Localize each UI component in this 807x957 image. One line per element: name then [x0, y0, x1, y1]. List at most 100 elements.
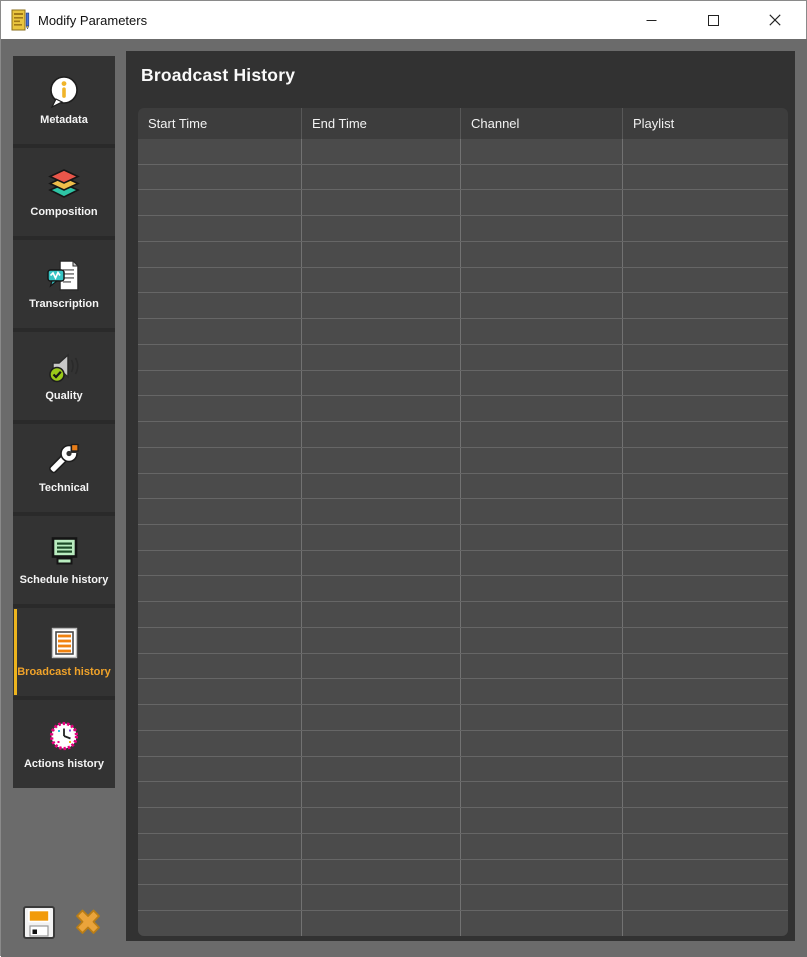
table-cell — [138, 422, 301, 447]
table-cell — [622, 499, 788, 525]
table-cell — [138, 139, 301, 164]
table-row — [138, 216, 788, 242]
table-cell — [622, 293, 788, 319]
sidebar-item-label: Quality — [45, 389, 83, 402]
table-cell — [138, 293, 301, 318]
wrench-icon — [49, 443, 80, 473]
sidebar-item-metadata[interactable]: Metadata — [13, 56, 115, 144]
window-title: Modify Parameters — [38, 12, 148, 28]
sidebar-item-actions-history[interactable]: Actions history — [13, 700, 115, 788]
table-cell — [301, 808, 460, 833]
table-cell — [138, 190, 301, 215]
client-area: Metadata Composition Transcription Quali… — [1, 39, 807, 957]
table-cell — [622, 833, 788, 859]
table-header-row: Start Time End Time Channel Playlist — [138, 108, 788, 139]
table-row — [138, 473, 788, 500]
save-button[interactable] — [21, 903, 57, 941]
table-cell — [301, 447, 460, 473]
table-cell — [460, 885, 622, 911]
table-row — [138, 344, 788, 371]
table-cell — [460, 833, 622, 859]
table-cell — [301, 576, 460, 602]
table-cell — [138, 782, 301, 807]
table-row — [138, 139, 788, 165]
sidebar-item-schedule-history[interactable]: Schedule history — [13, 516, 115, 604]
table-row — [138, 576, 788, 603]
page-title: Broadcast History — [141, 65, 296, 85]
table-cell — [301, 885, 460, 911]
sidebar-item-technical[interactable]: Technical — [13, 424, 115, 512]
table-cell — [301, 627, 460, 653]
table-row — [138, 164, 788, 191]
sidebar-item-label: Metadata — [40, 113, 88, 126]
table-cell — [460, 808, 622, 833]
table-cell — [622, 653, 788, 679]
table-cell — [138, 371, 301, 396]
column-header-playlist[interactable]: Playlist — [622, 108, 788, 139]
sidebar-item-quality[interactable]: Quality — [13, 332, 115, 420]
table-cell — [301, 653, 460, 679]
column-header-channel[interactable]: Channel — [460, 108, 622, 139]
close-button[interactable] — [744, 1, 806, 39]
table-cell — [301, 139, 460, 164]
column-header-end-time[interactable]: End Time — [301, 108, 460, 139]
table-cell — [622, 782, 788, 808]
table-cell — [622, 344, 788, 370]
table-cell — [138, 834, 301, 859]
table-cell — [460, 782, 622, 808]
document-note-icon — [11, 9, 30, 31]
table-cell — [138, 525, 301, 550]
maximize-icon — [707, 14, 719, 26]
table-cell — [622, 190, 788, 216]
table-cell — [138, 499, 301, 524]
titlebar[interactable]: Modify Parameters — [1, 1, 806, 39]
table-row — [138, 885, 788, 912]
maximize-button[interactable] — [682, 1, 744, 39]
table-cell — [460, 576, 622, 602]
cancel-button[interactable] — [70, 903, 106, 941]
sidebar-item-label: Schedule history — [19, 573, 109, 586]
sidebar-item-broadcast-history[interactable]: Broadcast history — [13, 608, 115, 696]
table-cell — [301, 216, 460, 241]
sidebar-item-label: Technical — [39, 481, 89, 494]
table-cell — [460, 602, 622, 627]
table-cell — [138, 474, 301, 499]
sidebar-item-label: Composition — [30, 205, 98, 218]
table-cell — [622, 602, 788, 627]
table-row — [138, 447, 788, 474]
sidebar: Metadata Composition Transcription Quali… — [13, 56, 115, 788]
save-floppy-icon — [23, 906, 55, 939]
table-cell — [301, 164, 460, 190]
minimize-button[interactable] — [620, 1, 682, 39]
table-row — [138, 602, 788, 628]
table-row — [138, 756, 788, 783]
table-cell — [138, 679, 301, 704]
table-cell — [622, 859, 788, 885]
clock-icon — [49, 721, 79, 750]
table-cell — [301, 319, 460, 344]
sidebar-item-transcription[interactable]: Transcription — [13, 240, 115, 328]
table-cell — [301, 241, 460, 267]
table-cell — [622, 216, 788, 241]
table-row — [138, 627, 788, 654]
main-panel: Broadcast History Start Time End Time Ch… — [126, 51, 795, 941]
table-cell — [301, 499, 460, 525]
table-cell — [622, 627, 788, 653]
table-cell — [301, 473, 460, 499]
info-bubble-icon — [50, 75, 78, 108]
table-cell — [460, 396, 622, 422]
table-cell — [460, 627, 622, 653]
table-cell — [622, 164, 788, 190]
table-cell — [301, 756, 460, 782]
table-cell — [622, 911, 788, 936]
minimize-icon — [646, 19, 656, 21]
table-row — [138, 370, 788, 397]
table-cell — [138, 860, 301, 885]
table-row — [138, 679, 788, 706]
column-header-start-time[interactable]: Start Time — [138, 108, 301, 139]
sidebar-item-composition[interactable]: Composition — [13, 148, 115, 236]
broadcast-history-table: Start Time End Time Channel Playlist — [138, 108, 788, 936]
table-cell — [622, 241, 788, 267]
speaker-check-icon — [49, 352, 79, 382]
table-cell — [301, 859, 460, 885]
